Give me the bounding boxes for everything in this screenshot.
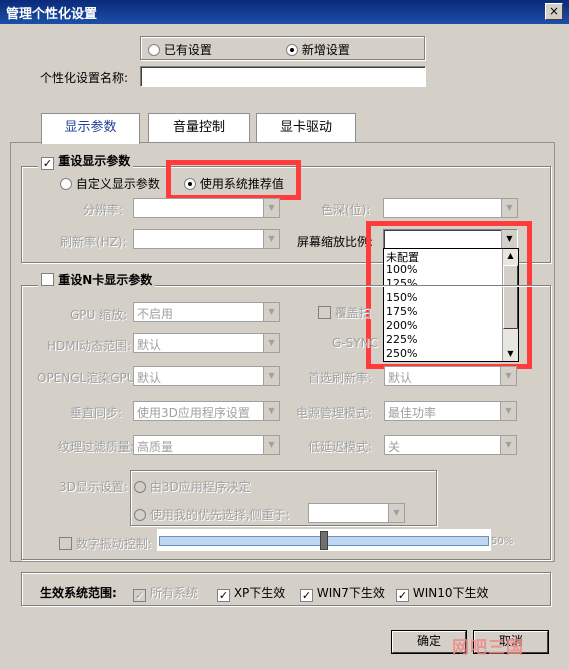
chevron-down-icon: ▼ [500,402,516,420]
chevron-down-icon: ▼ [263,199,279,217]
chevron-down-icon: ▼ [263,436,279,454]
scale-label: 屏幕缩放比例: [297,235,374,249]
checkbox-checked-icon: ✓ [133,589,146,602]
chevron-down-icon: ▼ [263,367,279,385]
vsync-label: 垂直同步: [70,406,123,420]
name-input[interactable] [140,66,426,87]
chevron-down-icon: ▼ [500,436,516,454]
name-label: 个性化设置名称: [40,71,129,85]
checkbox-checked-icon: ✓ [300,589,313,602]
latency-select[interactable]: 关 ▼ [384,435,517,455]
watermark-logo: 网吧三国 [452,638,524,658]
chevron-down-icon: ▼ [500,367,516,385]
radio-selected-icon [184,178,196,190]
display-reset-checkbox[interactable]: ✓ 重设显示参数 [38,152,134,170]
mode-new[interactable]: 新增设置 [286,41,350,58]
pref-refresh-label: 首选刷新率: [308,371,373,385]
checkbox-icon [59,537,72,550]
vibrance-slider-thumb[interactable] [320,531,328,550]
chevron-down-icon: ▼ [388,504,404,522]
radio-icon [134,509,146,521]
checkbox-icon [41,273,54,286]
latency-label: 低延迟模式: [308,440,373,454]
tab-gpu-driver[interactable]: 显卡驱动 [256,113,356,143]
scope-win10-checkbox[interactable]: ✓ WIN10下生效 [396,584,488,602]
gpu-scale-select[interactable]: 不启用 ▼ [133,302,280,322]
scope-win7-checkbox[interactable]: ✓ WIN7下生效 [300,584,385,602]
resolution-select[interactable]: ▼ [133,198,280,218]
refresh-select[interactable]: ▼ [133,229,280,249]
radio-icon [60,178,72,190]
scope-all-checkbox[interactable]: ✓ 所有系统 [133,584,198,602]
checkbox-checked-icon: ✓ [396,589,409,602]
custom-display-radio[interactable]: 自定义显示参数 [60,175,160,192]
tab-display[interactable]: 显示参数 [41,113,140,144]
chevron-down-icon: ▼ [263,230,279,248]
radio-icon [134,481,146,493]
color-depth-label: 色深(位): [321,203,371,217]
display3d-label: 3D显示设置: [59,480,128,494]
chevron-down-icon: ▼ [263,402,279,420]
gsync-label: G-SYNC [332,336,378,350]
mode-existing[interactable]: 已有设置 [148,41,212,58]
close-button[interactable]: × [545,3,563,20]
vsync-select[interactable]: 使用3D应用程序设置 ▼ [133,401,280,421]
pref-focus-select[interactable]: ▼ [308,503,405,523]
opengl-label: OPENGL渲染GPU: [37,371,140,385]
scope-xp-checkbox[interactable]: ✓ XP下生效 [217,584,285,602]
scope-label: 生效系统范围: [40,586,117,600]
checkbox-checked-icon: ✓ [217,589,230,602]
checkbox-icon [318,306,331,319]
filter-label: 纹理过滤质量: [58,440,135,454]
by-app-radio[interactable]: 由3D应用程序决定 [134,478,251,495]
chevron-down-icon: ▼ [263,303,279,321]
refresh-label: 刷新率(HZ): [60,235,127,249]
vibrance-value: 50% [491,536,514,547]
power-label: 电源管理模式: [296,406,373,420]
color-depth-select[interactable]: ▼ [383,198,518,218]
chevron-down-icon: ▼ [263,334,279,352]
resolution-label: 分辨率: [83,203,124,217]
radio-icon [148,44,160,56]
pref-refresh-select[interactable]: 默认 ▼ [384,366,517,386]
chevron-down-icon: ▼ [501,199,517,217]
vibrance-checkbox[interactable]: 数字振动控制: [59,535,152,552]
tab-volume[interactable]: 音量控制 [148,113,250,143]
hdmi-select[interactable]: 默认 ▼ [133,333,280,353]
nvidia-reset-checkbox[interactable]: 重设N卡显示参数 [38,271,156,288]
power-select[interactable]: 最佳功率 ▼ [384,401,517,421]
opengl-select[interactable]: 默认 ▼ [133,366,280,386]
gpu-scale-label: GPU 缩放: [70,308,128,322]
radio-selected-icon [286,44,298,56]
overlay-checkbox[interactable]: 覆盖扫 [318,304,371,321]
my-pref-radio[interactable]: 使用我的优先选择,侧重于: [134,506,290,523]
checkbox-checked-icon: ✓ [41,157,54,170]
window-title: 管理个性化设置 [6,7,98,22]
hdmi-label: HDMI动态范围: [47,339,132,353]
filter-select[interactable]: 高质量 ▼ [133,435,280,455]
recommended-radio[interactable]: 使用系统推荐值 [184,175,284,192]
